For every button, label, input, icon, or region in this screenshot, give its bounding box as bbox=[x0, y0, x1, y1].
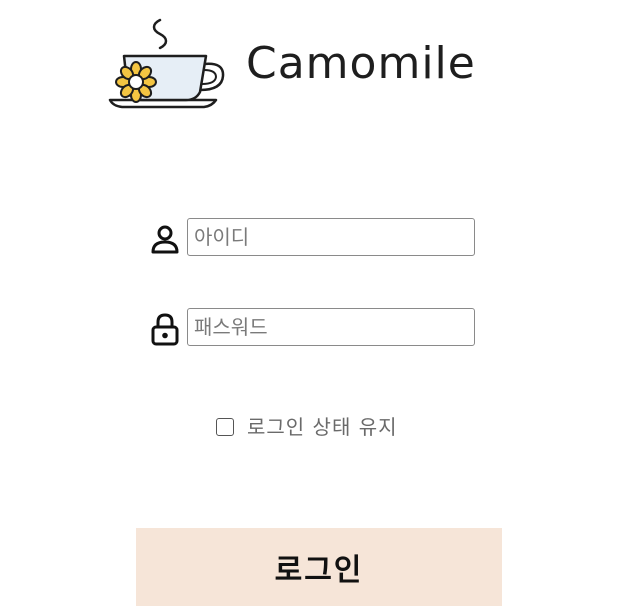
brand-logo: Camomile bbox=[108, 14, 518, 114]
id-input[interactable] bbox=[187, 218, 475, 256]
brand-name: Camomile bbox=[246, 38, 476, 89]
user-icon bbox=[151, 225, 179, 254]
password-input[interactable] bbox=[187, 308, 475, 346]
password-field-row bbox=[148, 308, 478, 348]
remember-me-label: 로그인 상태 유지 bbox=[247, 414, 398, 439]
lock-icon bbox=[151, 313, 179, 346]
login-button[interactable]: 로그인 bbox=[136, 528, 502, 606]
remember-me-checkbox[interactable] bbox=[216, 418, 234, 436]
remember-me[interactable]: 로그인 상태 유지 bbox=[216, 410, 398, 440]
id-field-row bbox=[148, 218, 478, 258]
teacup-with-camomile-flower-icon bbox=[108, 18, 225, 109]
login-page: Camomile 로그인 상태 유지 로그인 bbox=[0, 0, 638, 615]
